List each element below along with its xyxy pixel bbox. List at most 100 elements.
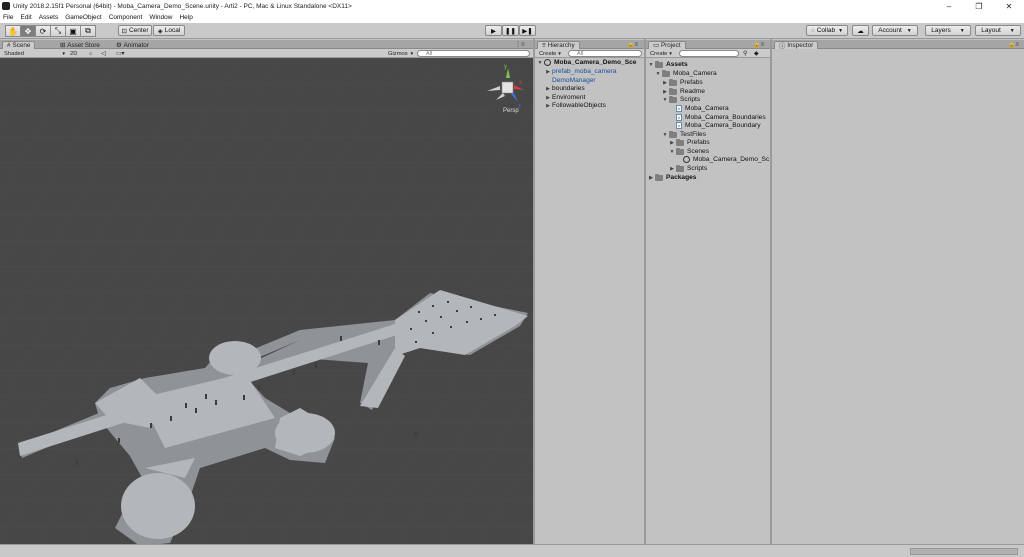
minimize-button[interactable]: – — [934, 0, 964, 12]
window-title: Unity 2018.2.15f1 Personal (64bit) - Mob… — [13, 2, 352, 10]
transform-tools: ✋ ✥ ⟳ ⤡ ▣ ⧉ — [5, 25, 96, 37]
play-icon: ▶ — [491, 27, 496, 35]
tab-scene[interactable]: # Scene — [2, 41, 36, 49]
status-progress-bar — [910, 548, 1018, 555]
hierarchy-item-label: boundaries — [552, 85, 585, 92]
store-icon: ⊞ — [60, 41, 66, 49]
hierarchy-item-prefab-moba-camera[interactable]: ▶ prefab_moba_camera — [545, 67, 616, 76]
tab-hierarchy[interactable]: ≡ Hierarchy — [537, 41, 580, 49]
hierarchy-create-dropdown[interactable]: Create ▼ — [539, 50, 562, 57]
pause-button[interactable]: ❚❚ — [502, 25, 519, 36]
chevron-down-icon: ▼ — [61, 51, 66, 56]
tab-project[interactable]: ▭ Project — [648, 41, 686, 49]
hand-tool-button[interactable]: ✋ — [5, 25, 21, 37]
project-create-dropdown[interactable]: Create ▼ — [650, 50, 673, 57]
account-dropdown[interactable]: Account ▼ — [872, 25, 918, 36]
filter-by-type-button[interactable]: ⚲ — [743, 50, 747, 57]
move-tool-button[interactable]: ✥ — [20, 25, 36, 37]
menu-edit[interactable]: Edit — [20, 14, 31, 21]
cloud-button[interactable]: ☁ — [852, 25, 869, 36]
tab-inspector[interactable]: ⓘ Inspector — [774, 41, 819, 50]
panel-menu-icon[interactable]: 🔒≡ — [627, 41, 638, 48]
menu-component[interactable]: Component — [109, 14, 143, 21]
project-folder-test-scripts[interactable]: ▶ Scripts — [669, 164, 707, 173]
project-tab-strip: ▭ Project 🔒≡ — [646, 40, 770, 49]
menu-help[interactable]: Help — [179, 14, 192, 21]
hierarchy-search-input[interactable]: All — [568, 50, 642, 57]
space-local-button[interactable]: ◈ Local — [153, 25, 185, 36]
panel-menu-icon[interactable]: 🔒≡ — [1008, 41, 1019, 48]
project-folder-test-prefabs[interactable]: ▶ Prefabs — [669, 138, 710, 147]
gizmos-dropdown[interactable]: Gizmos ▼ — [388, 50, 414, 57]
chevron-down-icon: ▼ — [1009, 27, 1015, 34]
2d-toggle[interactable]: 2D — [70, 50, 82, 57]
expanded-arrow-icon: ▼ — [662, 131, 668, 138]
hierarchy-tree: ▼ Moba_Camera_Demo_Sce ▶ prefab_moba_cam… — [535, 58, 644, 544]
layout-dropdown[interactable]: Layout ▼ — [975, 25, 1021, 36]
project-file-moba-camera-boundary[interactable]: # Moba_Camera_Boundary — [676, 121, 761, 130]
project-item-label: Moba_Camera — [685, 105, 729, 112]
rect-tool-button[interactable]: ▣ — [65, 25, 81, 37]
hierarchy-item-followableobjects[interactable]: ▶ FollowableObjects — [545, 101, 606, 110]
pivot-icon: ⊡ — [121, 27, 127, 35]
project-search-input[interactable] — [679, 50, 739, 57]
panel-menu-icon[interactable]: ⋮≡ — [515, 41, 525, 48]
expanded-arrow-icon: ▼ — [655, 70, 661, 77]
project-folder-prefabs[interactable]: ▶ Prefabs — [662, 78, 703, 87]
tab-asset-store[interactable]: ⊞ Asset Store — [56, 41, 104, 49]
project-item-label: Scripts — [680, 96, 701, 103]
project-file-scene[interactable]: Moba_Camera_Demo_Sc — [683, 155, 769, 164]
collab-button[interactable]: ◌ Collab ▼ — [806, 25, 848, 36]
project-item-label: Prefabs — [687, 139, 710, 146]
scene-root-item[interactable]: ▼ Moba_Camera_Demo_Sce — [537, 58, 636, 67]
tab-animator[interactable]: ⚙ Animator — [112, 41, 153, 49]
rotate-tool-button[interactable]: ⟳ — [35, 25, 51, 37]
lighting-toggle[interactable]: ☼ — [88, 50, 93, 57]
pivot-center-button[interactable]: ⊡ Center — [118, 25, 152, 36]
inspector-tab-strip: ⓘ Inspector 🔒≡ — [772, 40, 1024, 50]
layers-dropdown[interactable]: Layers ▼ — [925, 25, 971, 36]
close-button[interactable]: ✕ — [994, 0, 1024, 12]
folder-icon — [662, 69, 670, 77]
project-folder-packages[interactable]: ▶ Packages — [648, 173, 696, 182]
step-button[interactable]: ▶❚ — [519, 25, 536, 36]
project-folder-assets[interactable]: ▼ Assets — [648, 60, 688, 69]
tab-scene-label: Scene — [12, 42, 31, 49]
account-label: Account — [878, 27, 902, 34]
filter-by-label-button[interactable]: ◆ — [754, 50, 758, 57]
menu-file[interactable]: File — [3, 14, 13, 21]
filter-icon: ⚲ — [743, 50, 748, 57]
collapsed-arrow-icon: ▶ — [670, 139, 674, 146]
scale-tool-button[interactable]: ⤡ — [50, 25, 66, 37]
panel-menu-icon[interactable]: 🔒≡ — [753, 41, 764, 48]
project-item-label: Scenes — [687, 148, 709, 155]
play-button[interactable]: ▶ — [485, 25, 502, 36]
window-controls: – ❐ ✕ — [934, 0, 1024, 12]
animator-icon: ⚙ — [116, 41, 122, 49]
scene-search-input[interactable]: All — [417, 50, 530, 57]
project-folder-moba-camera[interactable]: ▼ Moba_Camera — [655, 69, 717, 78]
persp-label[interactable]: Persp — [503, 108, 519, 114]
menu-assets[interactable]: Assets — [39, 14, 59, 21]
hierarchy-item-boundaries[interactable]: ▶ boundaries — [545, 84, 585, 93]
shading-mode-dropdown[interactable]: Shaded ▼ — [4, 50, 66, 57]
menu-gameobject[interactable]: GameObject — [65, 14, 102, 21]
chevron-down-icon: ▼ — [838, 27, 844, 34]
scale-icon: ⤡ — [54, 26, 62, 35]
transform-tool-button[interactable]: ⧉ — [80, 25, 96, 37]
project-folder-scripts[interactable]: ▼ Scripts — [662, 95, 700, 104]
unity-logo-icon — [2, 2, 10, 10]
expanded-arrow-icon: ▼ — [669, 148, 675, 155]
local-icon: ◈ — [157, 27, 163, 35]
scene-view[interactable]: y x z Persp — [0, 58, 533, 544]
tab-animator-label: Animator — [123, 41, 149, 49]
project-item-label: Moba_Camera_Boundaries — [685, 114, 766, 121]
menu-window[interactable]: Window — [149, 14, 172, 21]
effects-dropdown[interactable]: ▭▾ — [116, 50, 124, 57]
project-item-label: Prefabs — [680, 79, 703, 86]
audio-toggle[interactable]: ◁ — [101, 50, 105, 57]
collapsed-arrow-icon: ▶ — [663, 88, 667, 95]
project-file-moba-camera[interactable]: # Moba_Camera — [676, 104, 729, 113]
folder-tab-icon: ▭ — [653, 42, 659, 49]
maximize-button[interactable]: ❐ — [964, 0, 994, 12]
